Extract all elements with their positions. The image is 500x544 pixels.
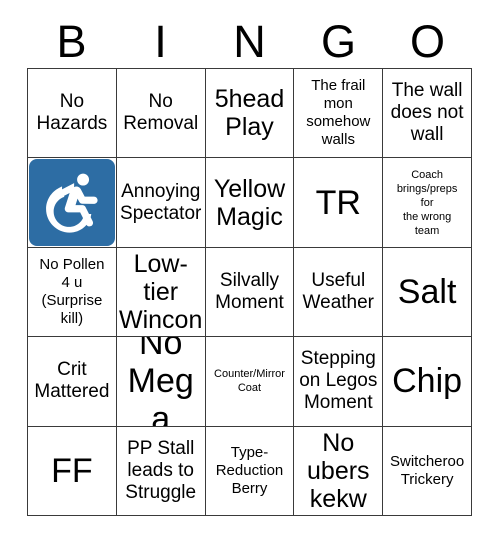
bingo-cell-r3c4[interactable]: Useful Weather	[294, 247, 384, 338]
bingo-cell-label: Low- tier Wincon	[119, 249, 203, 334]
bingo-header-letter-g: G	[320, 16, 356, 67]
bingo-header-letter-b: B	[56, 16, 87, 67]
bingo-cell-r2c3[interactable]: Yellow Magic	[205, 158, 295, 248]
bingo-cell-label: 5head Play	[214, 85, 285, 142]
bingo-cell-r1c5[interactable]: The wall does not wall	[383, 69, 472, 159]
bingo-cell-r3c3[interactable]: Silvally Moment	[205, 247, 295, 338]
bingo-cell-r2c2[interactable]: Annoying Spectator	[116, 158, 206, 248]
bingo-cell-label: Silvally Moment	[215, 269, 284, 313]
bingo-card: B I N G O No Hazards No Removal 5head Play The …	[0, 0, 500, 544]
bingo-cell-r1c1[interactable]: No Hazards	[28, 69, 117, 159]
bingo-cell-r3c2[interactable]: Low- tier Wincon	[116, 247, 206, 338]
bingo-header-letter-n: N	[233, 16, 266, 67]
bingo-cell-label: No ubers kekw	[307, 428, 370, 513]
bingo-cell-label: No Removal	[123, 91, 199, 135]
bingo-cell-label: The frail mon somehow walls	[306, 77, 371, 149]
bingo-cell-r5c5[interactable]: Switcheroo Trickery	[383, 426, 472, 516]
bingo-cell-label: Counter/Mirror Coat	[214, 368, 285, 395]
bingo-cell-label: TR	[315, 183, 361, 222]
bingo-cell-r1c4[interactable]: The frail mon somehow walls	[294, 69, 384, 159]
bingo-cell-label: Stepping on Legos Moment	[299, 348, 378, 414]
bingo-cell-r5c2[interactable]: PP Stall leads to Struggle	[116, 426, 206, 516]
bingo-cell-label: Chip	[392, 362, 463, 401]
bingo-cell-r1c3[interactable]: 5head Play	[205, 69, 295, 159]
bingo-cell-r4c5[interactable]: Chip	[383, 337, 472, 427]
bingo-cell-r5c1[interactable]: FF	[28, 426, 117, 516]
bingo-cell-r4c2[interactable]: No Mega	[116, 337, 206, 427]
accessible-wheelchair-icon	[29, 159, 115, 246]
bingo-cell-r4c3[interactable]: Counter/Mirror Coat	[205, 337, 295, 427]
bingo-cell-label: PP Stall leads to Struggle	[125, 437, 197, 503]
bingo-header-letter-o: O	[409, 16, 445, 67]
bingo-cell-r2c1[interactable]	[28, 158, 117, 248]
bingo-cell-label: Switcheroo Trickery	[389, 452, 465, 488]
bingo-cell-label: Annoying Spectator	[120, 180, 202, 224]
bingo-cell-r3c5[interactable]: Salt	[383, 247, 472, 338]
bingo-cell-label: Yellow Magic	[213, 174, 286, 231]
bingo-cell-r2c4[interactable]: TR	[294, 158, 384, 248]
bingo-cell-label: Salt	[397, 272, 457, 311]
bingo-grid: No Hazards No Removal 5head Play The frail …	[27, 68, 472, 516]
bingo-cell-label: Crit Mattered	[34, 359, 110, 403]
bingo-cell-label: No Mega	[127, 337, 194, 427]
bingo-header-row: BINGO	[27, 8, 472, 66]
bingo-cell-label: FF	[51, 451, 93, 490]
bingo-cell-r4c1[interactable]: Crit Mattered	[28, 337, 117, 427]
bingo-cell-r4c4[interactable]: Stepping on Legos Moment	[294, 337, 384, 427]
bingo-cell-label: The wall does not wall	[390, 80, 464, 146]
bingo-cell-r5c3[interactable]: Type- Reduction Berry	[205, 426, 295, 516]
bingo-header-letter-i: I	[154, 16, 167, 67]
bingo-cell-r5c4[interactable]: No ubers kekw	[294, 426, 384, 516]
bingo-cell-label: Type- Reduction Berry	[215, 443, 284, 497]
bingo-cell-r3c1[interactable]: No Pollen 4 u (Surprise kill)	[28, 247, 117, 338]
bingo-cell-label: No Pollen 4 u (Surprise kill)	[39, 255, 105, 327]
bingo-cell-label: Coach brings/preps for the wrong team	[396, 168, 458, 237]
bingo-cell-label: No Hazards	[36, 91, 108, 135]
bingo-cell-r1c2[interactable]: No Removal	[116, 69, 206, 159]
bingo-cell-r2c5[interactable]: Coach brings/preps for the wrong team	[383, 158, 472, 248]
bingo-cell-label: Useful Weather	[302, 269, 375, 313]
